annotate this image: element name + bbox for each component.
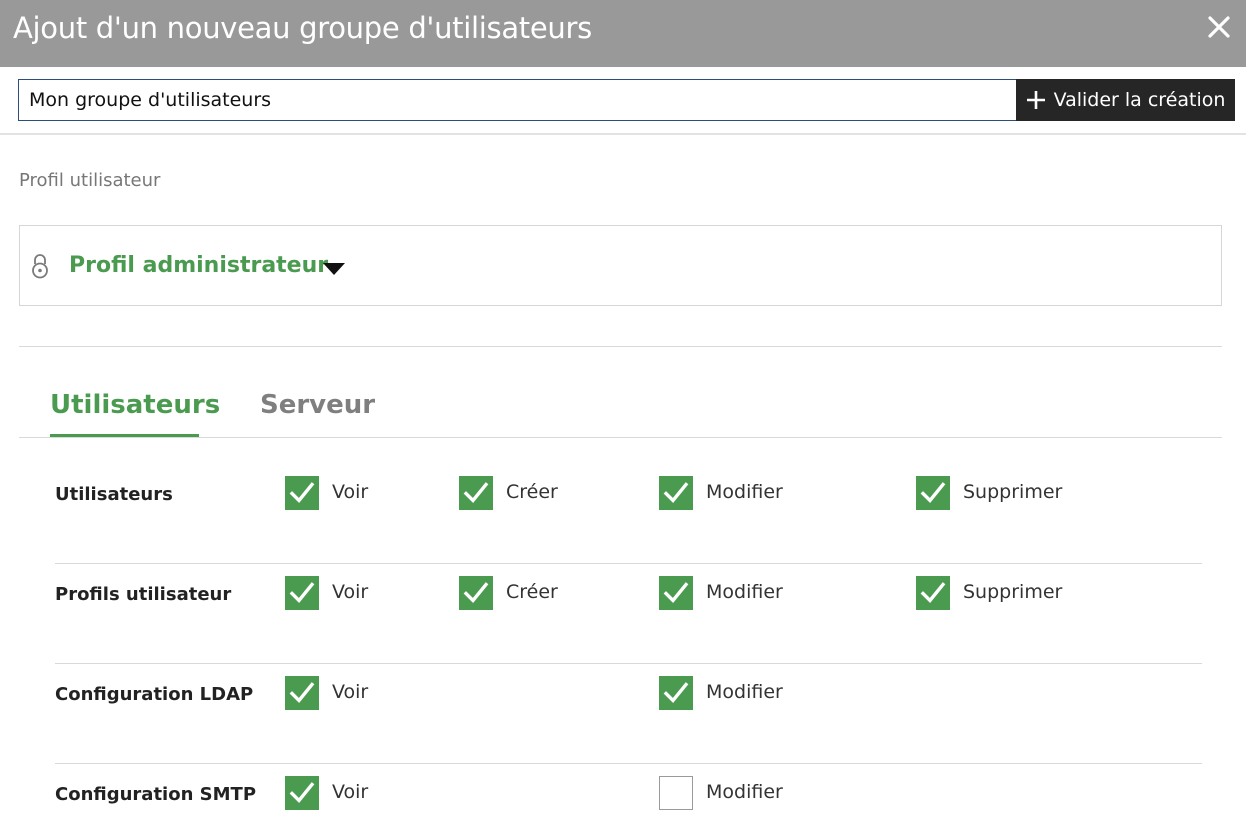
close-icon[interactable] bbox=[1205, 13, 1233, 41]
checkbox-label: Créer bbox=[506, 481, 558, 503]
checkbox-box[interactable] bbox=[285, 776, 319, 810]
profile-dropdown[interactable]: Profil administrateur bbox=[19, 225, 1222, 306]
lock-icon bbox=[30, 253, 50, 279]
selected-profile: Profil administrateur bbox=[69, 253, 329, 278]
checkbox-box[interactable] bbox=[285, 576, 319, 610]
checkbox-label: Voir bbox=[332, 481, 369, 503]
checkbox-box[interactable] bbox=[285, 676, 319, 710]
checkbox-label: Supprimer bbox=[963, 581, 1063, 603]
checkbox-box[interactable] bbox=[285, 476, 319, 510]
checkmark-icon bbox=[289, 582, 315, 604]
validate-creation-label: Valider la création bbox=[1053, 89, 1226, 111]
profile-section-label: Profil utilisateur bbox=[19, 170, 161, 191]
plus-icon bbox=[1026, 90, 1046, 110]
checkbox-box[interactable] bbox=[916, 576, 950, 610]
checkbox-box[interactable] bbox=[916, 476, 950, 510]
row-divider bbox=[55, 663, 1202, 664]
add-user-group-dialog: Ajout d'un nouveau groupe d'utilisateurs… bbox=[0, 0, 1246, 829]
caret-down-icon bbox=[323, 262, 345, 275]
row-divider bbox=[55, 763, 1202, 764]
checkbox-label: Modifier bbox=[706, 781, 783, 803]
checkbox-label: Modifier bbox=[706, 481, 783, 503]
checkmark-icon bbox=[463, 582, 489, 604]
row-divider bbox=[55, 563, 1202, 564]
permission-row-label: Configuration SMTP bbox=[55, 784, 257, 805]
checkmark-icon bbox=[289, 482, 315, 504]
group-name-input[interactable] bbox=[18, 79, 1018, 121]
permission-row-label: Profils utilisateur bbox=[55, 584, 232, 605]
dialog-header: Ajout d'un nouveau groupe d'utilisateurs bbox=[0, 0, 1246, 67]
tab-serveur[interactable]: Serveur bbox=[260, 390, 375, 420]
divider bbox=[19, 346, 1222, 347]
checkmark-icon bbox=[663, 482, 689, 504]
checkmark-icon bbox=[463, 482, 489, 504]
divider bbox=[0, 133, 1246, 135]
permission-row-label: Utilisateurs bbox=[55, 484, 173, 505]
checkbox-label: Voir bbox=[332, 581, 369, 603]
checkbox-box[interactable] bbox=[459, 576, 493, 610]
checkbox-label: Voir bbox=[332, 681, 369, 703]
dialog-title: Ajout d'un nouveau groupe d'utilisateurs bbox=[13, 11, 592, 45]
checkbox-label: Supprimer bbox=[963, 481, 1063, 503]
tabs-divider bbox=[19, 437, 1222, 438]
checkmark-icon bbox=[289, 782, 315, 804]
checkbox-box[interactable] bbox=[659, 476, 693, 510]
validate-creation-button[interactable]: Valider la création bbox=[1016, 79, 1235, 121]
checkmark-icon bbox=[920, 482, 946, 504]
checkbox-label: Modifier bbox=[706, 681, 783, 703]
checkbox-label: Modifier bbox=[706, 581, 783, 603]
checkmark-icon bbox=[920, 582, 946, 604]
tab-utilisateurs[interactable]: Utilisateurs bbox=[50, 390, 220, 420]
permission-row-label: Configuration LDAP bbox=[55, 684, 254, 705]
checkbox-label: Voir bbox=[332, 781, 369, 803]
checkmark-icon bbox=[663, 682, 689, 704]
checkmark-icon bbox=[663, 582, 689, 604]
checkbox-box[interactable] bbox=[659, 676, 693, 710]
checkmark-icon bbox=[289, 682, 315, 704]
checkbox-box[interactable] bbox=[459, 476, 493, 510]
checkbox-box[interactable] bbox=[659, 776, 693, 810]
checkbox-label: Créer bbox=[506, 581, 558, 603]
checkbox-box[interactable] bbox=[659, 576, 693, 610]
